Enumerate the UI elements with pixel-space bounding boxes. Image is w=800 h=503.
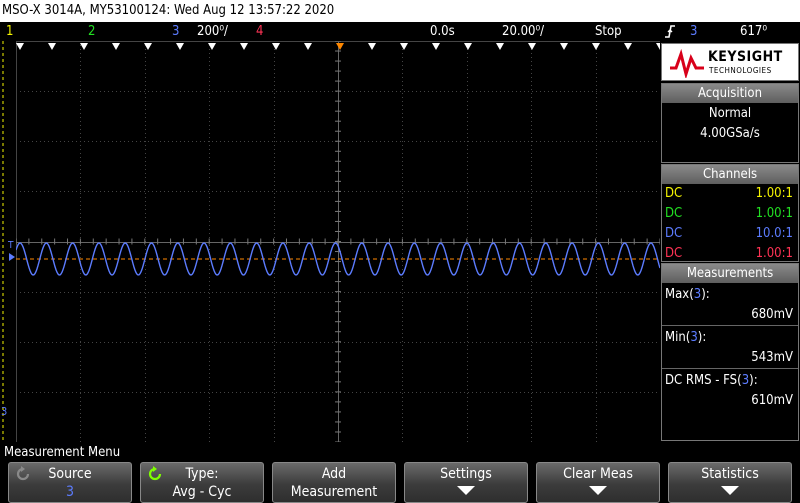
time-tick-marker [16,43,24,50]
time-tick-marker [112,43,120,50]
ch3-ground-marker[interactable]: 3 [1,405,7,418]
time-tick-marker [80,43,88,50]
time-tick-marker [144,43,152,50]
channel-coupling: DC [665,226,683,241]
softkey-settings[interactable]: Settings [404,462,528,503]
acquisition-header: Acquisition [662,84,798,103]
acquisition-box[interactable]: Acquisition Normal 4.00GSa/s [661,83,799,163]
ch3-scale-value: 200 [197,24,220,39]
measurement-source: 3 [693,287,702,302]
measurement-label-text: Max [665,287,690,302]
softkey-line1: Statistics [701,466,759,482]
softkey-line2: Measurement [290,484,378,500]
down-arrow-icon [589,486,607,495]
time-tick-marker [432,43,440,50]
time-tick-marker [464,43,472,50]
title-bar: MSO-X 3014A, MY53100124: Wed Aug 12 13:5… [0,0,800,22]
channels-box[interactable]: Channels DC 1.00:1 DC 1.00:1 DC 10.0:1 DC 1.00:… [661,164,799,262]
ch3-ground-marker-label: 3 [1,405,8,418]
ch1-label[interactable]: 1 [6,22,13,41]
ch3-label[interactable]: 3 [172,22,179,41]
measurement-label-text: DC RMS - FS [665,373,738,388]
logo-brand: KEYSIGHT [708,49,783,65]
down-arrow-icon [457,486,475,495]
measurement-item[interactable]: Max(3): 680mV [662,285,798,325]
keysight-wave-icon [670,48,704,78]
ch3-scale: 200⁰/ [197,22,228,41]
side-panel: KEYSIGHT TECHNOLOGIES Acquisition Normal… [660,41,800,442]
measurements-header: Measurements [662,264,798,283]
channel-row-3[interactable]: DC 10.0:1 [662,224,798,244]
time-tick-marker [240,43,248,50]
measurement-source: 3 [741,373,750,388]
time-tick-marker [528,43,536,50]
run-state[interactable]: Stop [595,22,622,41]
ch3-position-marker[interactable] [9,253,15,261]
time-tick-marker [48,43,56,50]
measurement-label: DC RMS - FS(3): [665,373,758,388]
measurement-item[interactable]: Min(3): 543mV [662,325,798,368]
time-tick-marker [496,43,504,50]
waveform-display[interactable] [16,41,660,442]
channel-probe: 1.00:1 [755,246,793,261]
time-tick-marker [176,43,184,50]
time-tick-marker [304,43,312,50]
measurement-item[interactable]: DC RMS - FS(3): 610mV [662,368,798,411]
channel-probe: 10.0:1 [755,226,793,241]
time-tick-marker [592,43,600,50]
channel-coupling: DC [665,246,683,261]
softkey-add[interactable]: Add Measurement [272,462,396,503]
time-tick-marker [560,43,568,50]
channel-coupling: DC [665,206,683,221]
trigger-position-marker [336,43,344,50]
logo-sub: TECHNOLOGIES [709,66,772,75]
measurement-label-text: Min [665,330,686,345]
measurement-source: 3 [690,330,698,345]
channel-row-4[interactable]: DC 1.00:1 [662,244,798,264]
graticule [16,41,660,442]
trigger-level: 617⁰ [740,24,768,39]
softkey-clear-meas[interactable]: Clear Meas [536,462,660,503]
channel-marker-strip: T 3 [0,41,16,442]
softkey-bar: Source 3 Type: Avg - Cyc Add Measurement Setti… [0,462,800,503]
trigger-source: 3 [690,24,698,39]
ch3-scale-unit: ⁰/ [219,24,228,39]
acquisition-mode: Normal [708,106,752,121]
time-tick-marker [624,43,632,50]
time-tick-marker [272,43,280,50]
acquisition-rate: 4.00GSa/s [700,126,760,141]
channels-header: Channels [662,165,798,184]
softkey-line1: Settings [440,466,492,482]
measurement-value: 610mV [751,393,793,408]
rotate-knob-icon [147,466,163,487]
measurement-value: 680mV [751,307,793,322]
measurement-label: Max(3): [665,287,710,302]
down-arrow-icon [721,486,739,495]
time-tick-marker [208,43,216,50]
channel-row-1[interactable]: DC 1.00:1 [662,184,798,204]
menu-title: Measurement Menu [0,443,800,462]
ch2-label[interactable]: 2 [88,22,95,41]
rotate-knob-icon [15,466,31,487]
measurement-label: Min(3): [665,330,707,345]
channel-probe: 1.00:1 [755,206,793,221]
softkey-type[interactable]: Type: Avg - Cyc [140,462,264,503]
measurements-box[interactable]: Measurements Max(3): 680mV Min(3): 543mV DC … [661,263,799,441]
keysight-logo: KEYSIGHT TECHNOLOGIES [661,43,799,81]
softkey-source[interactable]: Source 3 [8,462,132,503]
softkey-line1: Add [321,466,347,482]
channel-coupling: DC [665,186,683,201]
measurement-value: 543mV [751,350,793,365]
time-delay: 0.0s [430,24,455,39]
channel-probe: 1.00:1 [755,186,793,201]
softkey-statistics[interactable]: Statistics [668,462,792,503]
softkey-line1: Clear Meas [563,466,633,482]
time-scale: 20.00⁰/ [502,24,545,39]
status-bar: 1 2 3 200⁰/ 4 0.0s 20.00⁰/ Stop 3 617⁰ [0,22,800,41]
time-tick-marker [368,43,376,50]
channel-row-2[interactable]: DC 1.00:1 [662,204,798,224]
ch4-label[interactable]: 4 [256,22,263,41]
time-tick-marker [400,43,408,50]
trigger-level-marker[interactable]: T [8,240,14,251]
